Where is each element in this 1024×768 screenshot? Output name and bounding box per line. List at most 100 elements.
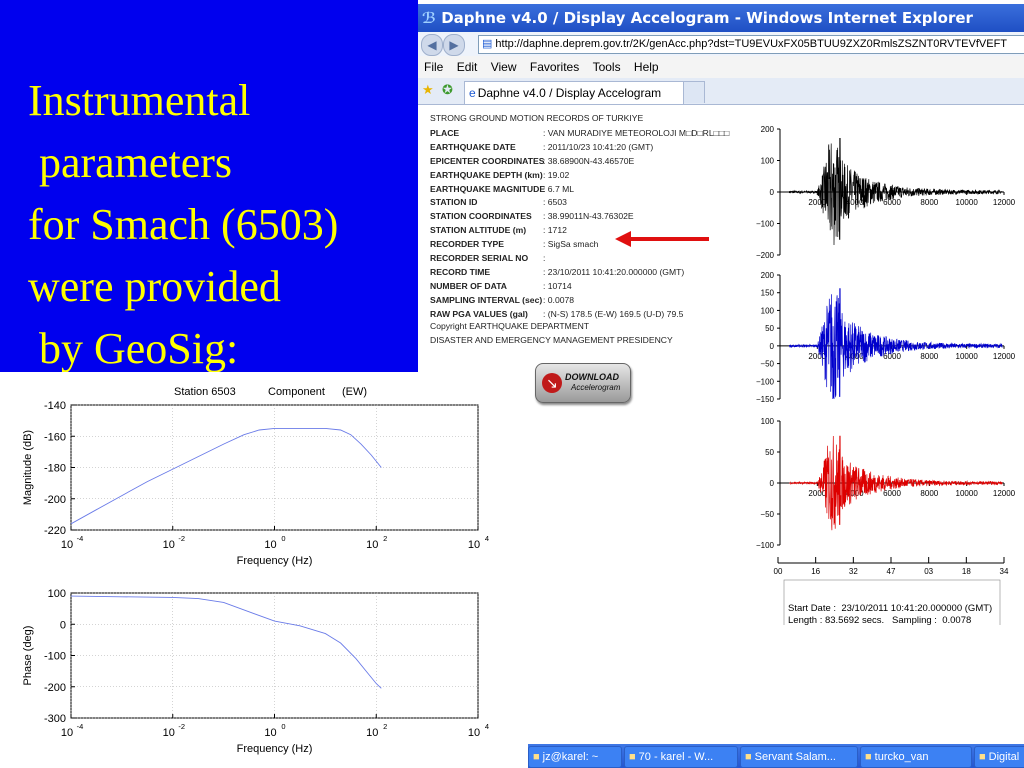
y-tick-label: −150 xyxy=(756,395,775,404)
y-tick-label: −100 xyxy=(756,541,775,550)
x-tick-label: 8000 xyxy=(920,198,938,207)
add-favorite-icon[interactable]: ✪ xyxy=(442,82,453,98)
ie-page-icon: ▤ xyxy=(482,38,493,50)
x-tick-label: 6000 xyxy=(883,489,901,498)
document-icon: ■ xyxy=(865,751,872,763)
x-tick-label: 10 xyxy=(468,539,480,551)
x-tick-label: 10 xyxy=(264,727,276,739)
y-tick-label: -200 xyxy=(44,494,66,506)
forward-arrow-icon[interactable]: ▶ xyxy=(443,34,465,56)
taskbar-item[interactable]: ■ turcko_van xyxy=(860,746,972,768)
time-tick-label: 00 xyxy=(774,567,783,576)
y-axis-label: Magnitude (dB) xyxy=(22,430,34,505)
x-tick-exponent: 4 xyxy=(485,534,489,543)
x-tick-label: 10 xyxy=(264,539,276,551)
menu-help[interactable]: Help xyxy=(634,60,659,74)
x-tick-label: 10 xyxy=(61,727,73,739)
plot-title-direction: (EW) xyxy=(342,386,367,398)
x-tick-label: 10 xyxy=(366,539,378,551)
x-tick-exponent: 2 xyxy=(383,722,387,731)
bode-panel: 10 -4 10 -2 10 0 10 2 10 4 -140 -160 -180 -200 -220 Fre… xyxy=(0,372,530,768)
y-tick-label: -100 xyxy=(44,651,66,663)
taskbar-label: Servant Salam... xyxy=(754,751,836,763)
time-tick-label: 03 xyxy=(924,567,933,576)
new-tab-button[interactable] xyxy=(683,81,705,103)
x-tick-exponent: -2 xyxy=(178,722,185,731)
y-tick-label: 50 xyxy=(765,324,774,333)
x-tick-label: 12000 xyxy=(993,352,1016,361)
seismogram-trace xyxy=(788,288,1003,400)
y-tick-label: 0 xyxy=(60,619,66,631)
x-tick-exponent: -2 xyxy=(178,534,185,543)
window-titlebar[interactable]: ℬ Daphne v4.0 / Display Accelogram - Win… xyxy=(418,4,1024,32)
taskbar-label: Digital xyxy=(988,751,1020,763)
taskbar-label: turcko_van xyxy=(874,751,929,763)
slide-title: Instrumental parameters for Smach (6503)… xyxy=(28,70,418,380)
tab-label: Daphne v4.0 / Display Accelogram xyxy=(477,86,662,100)
back-arrow-icon[interactable]: ◀ xyxy=(421,34,443,56)
y-tick-label: −50 xyxy=(760,510,774,519)
x-tick-label: 12000 xyxy=(993,489,1016,498)
x-tick-label: 8000 xyxy=(920,489,938,498)
menu-favorites[interactable]: Favorites xyxy=(530,60,579,74)
ie-icon: ■ xyxy=(979,751,986,763)
title-line: Instrumental xyxy=(28,76,251,125)
menu-file[interactable]: File xyxy=(424,60,443,74)
y-tick-label: -300 xyxy=(44,713,66,725)
time-tick-label: 18 xyxy=(962,567,971,576)
y-axis-label: Phase (deg) xyxy=(22,626,34,686)
y-tick-label: 100 xyxy=(761,157,775,166)
seismogram-trace xyxy=(789,435,1003,531)
y-tick-label: -180 xyxy=(44,463,66,475)
y-tick-label: 50 xyxy=(765,448,774,457)
x-tick-label: 12000 xyxy=(993,198,1016,207)
title-line: for Smach (6503) xyxy=(28,200,339,249)
title-line: by GeoSig: xyxy=(28,324,239,373)
taskbar-item[interactable]: ■ Servant Salam... xyxy=(740,746,858,768)
accel-panel-2: 200150100500−50−100−1502000 4000 6000 8000 1… xyxy=(756,271,1016,404)
menu-edit[interactable]: Edit xyxy=(457,60,478,74)
y-tick-label: −200 xyxy=(756,251,775,260)
x-tick-exponent: 2 xyxy=(383,534,387,543)
taskbar-item[interactable]: ■ jz@karel: ~ xyxy=(528,746,622,768)
x-axis-label: Frequency (Hz) xyxy=(237,555,313,567)
y-tick-label: 150 xyxy=(761,289,775,298)
menu-tools[interactable]: Tools xyxy=(593,60,621,74)
x-tick-label: 10 xyxy=(366,727,378,739)
y-tick-label: 200 xyxy=(761,125,775,134)
x-tick-label: 10000 xyxy=(956,489,979,498)
x-tick-label: 2000 xyxy=(808,198,826,207)
bode-plots: 10-410-2100102104-140-160-180-200-220Fre… xyxy=(22,386,489,755)
y-tick-label: −50 xyxy=(760,360,774,369)
star-icon[interactable]: ★ xyxy=(422,82,434,98)
x-tick-label: 10000 xyxy=(956,198,979,207)
x-tick-label: 10 xyxy=(163,539,175,551)
x-tick-exponent: -4 xyxy=(77,534,84,543)
menu-bar: File Edit View Favorites Tools Help xyxy=(418,56,1024,78)
x-tick-exponent: 0 xyxy=(281,534,285,543)
taskbar-item[interactable]: ■ 70 - karel - W... xyxy=(624,746,738,768)
menu-view[interactable]: View xyxy=(491,60,517,74)
bode-plot-2: 10-410-21001021041000-100-200-300Frequen… xyxy=(22,588,489,755)
taskbar-label: 70 - karel - W... xyxy=(638,751,714,763)
x-tick-exponent: 0 xyxy=(281,722,285,731)
accel-panel-3: 100500−50−1002000 4000 6000 8000 10000 12000 xyxy=(756,417,1016,550)
ie-logo-icon: ℬ xyxy=(422,9,436,27)
url-input[interactable]: ▤ http://daphne.deprem.gov.tr/2K/genAcc.p… xyxy=(478,35,1024,54)
x-tick-exponent: -4 xyxy=(77,722,84,731)
terminal-icon: ■ xyxy=(533,751,540,763)
taskbar-item[interactable]: ■ Digital xyxy=(974,746,1024,768)
taskbar: ■ jz@karel: ~ ■ 70 - karel - W... ■ Servant S… xyxy=(528,744,1024,768)
y-tick-label: 0 xyxy=(770,479,775,488)
y-tick-label: -140 xyxy=(44,400,66,412)
plot-title-component: Component xyxy=(268,386,325,398)
footer-line: Start Date : 23/10/2011 10:41:20.000000 … xyxy=(788,603,993,614)
taskbar-label: jz@karel: ~ xyxy=(542,751,599,763)
x-tick-label: 10 xyxy=(61,539,73,551)
title-line: parameters xyxy=(28,138,232,187)
x-tick-label: 2000 xyxy=(808,489,826,498)
tab-accelogram[interactable]: e Daphne v4.0 / Display Accelogram xyxy=(464,81,684,104)
folder-icon: ■ xyxy=(629,751,636,763)
title-line: were provided xyxy=(28,262,281,311)
x-tick-label: 10000 xyxy=(956,352,979,361)
